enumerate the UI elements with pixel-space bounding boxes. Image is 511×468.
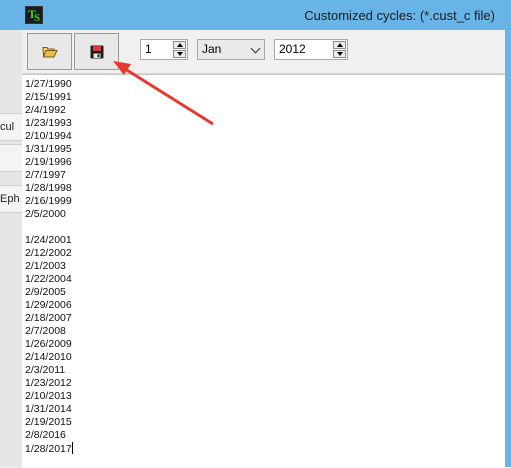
date-line: 1/23/2012 — [25, 377, 72, 389]
date-line: 1/31/2014 — [25, 403, 72, 415]
date-line: 1/29/2006 — [25, 299, 72, 311]
date-line: 2/10/1994 — [25, 130, 72, 142]
background-fragment-3: Eph — [0, 185, 22, 213]
date-line: 2/3/2011 — [25, 364, 66, 376]
day-value: 1 — [145, 42, 152, 56]
date-line: 2/18/2007 — [25, 312, 72, 324]
date-line: 1/24/2001 — [25, 234, 72, 246]
chevron-down-icon — [250, 43, 261, 54]
dates-list: 1/27/1990 2/15/1991 2/4/1992 1/23/1993 2/10/… — [25, 78, 73, 455]
year-up-arrow-icon[interactable] — [333, 41, 346, 49]
date-line: 2/16/1999 — [25, 195, 72, 207]
background-fragment-1: cul — [0, 113, 22, 141]
text-caret — [71, 442, 73, 454]
date-line: 2/7/2008 — [25, 325, 66, 337]
background-fragment-2 — [0, 144, 22, 172]
year-spinner[interactable]: 2012 — [274, 39, 348, 60]
date-line: 1/26/2009 — [25, 338, 72, 350]
date-line: 1/23/1993 — [25, 117, 72, 129]
ts-app-icon[interactable]: TS — [25, 6, 43, 24]
window-title: Customized cycles: (*.cust_c file) — [304, 8, 495, 23]
date-line: 2/10/2013 — [25, 390, 72, 402]
year-value: 2012 — [279, 42, 306, 56]
date-line: 1/31/1995 — [25, 143, 72, 155]
folder-open-icon — [41, 46, 58, 57]
date-line: 1/27/1990 — [25, 78, 72, 90]
save-file-button[interactable] — [74, 33, 119, 70]
client-area: 1 Jan 2012 1/27/1990 2/15/1991 2/4/1992 1/2… — [22, 30, 505, 468]
dates-text-area[interactable]: 1/27/1990 2/15/1991 2/4/1992 1/23/1993 2/10/… — [22, 74, 505, 468]
month-select[interactable]: Jan — [197, 39, 265, 60]
date-line: 2/8/2016 — [25, 429, 66, 441]
background-window: cul Eph — [0, 30, 22, 467]
date-line: 2/19/2015 — [25, 416, 72, 428]
date-line — [25, 221, 73, 234]
floppy-disk-icon — [90, 45, 103, 58]
date-line: 2/14/2010 — [25, 351, 72, 363]
window-right-edge — [505, 30, 511, 467]
day-up-arrow-icon[interactable] — [173, 41, 186, 49]
date-line: 1/22/2004 — [25, 273, 72, 285]
date-line: 2/1/2003 — [25, 260, 66, 272]
date-line: 2/4/1992 — [25, 104, 66, 116]
open-file-button[interactable] — [27, 33, 72, 70]
date-line: 2/19/1996 — [25, 156, 72, 168]
title-bar[interactable]: TS Customized cycles: (*.cust_c file) — [0, 0, 511, 30]
year-down-arrow-icon[interactable] — [333, 50, 346, 58]
date-line: 2/7/1997 — [25, 169, 66, 181]
date-line: 2/15/1991 — [25, 91, 72, 103]
day-down-arrow-icon[interactable] — [173, 50, 186, 58]
date-line: 2/9/2005 — [25, 286, 66, 298]
day-spinner[interactable]: 1 — [140, 39, 188, 60]
date-line: 1/28/1998 — [25, 182, 72, 194]
date-line: 2/5/2000 — [25, 208, 66, 220]
toolbar: 1 Jan 2012 — [22, 30, 505, 74]
date-line: 2/12/2002 — [25, 247, 72, 259]
date-line: 1/28/2017 — [25, 442, 73, 455]
month-value: Jan — [202, 42, 222, 56]
